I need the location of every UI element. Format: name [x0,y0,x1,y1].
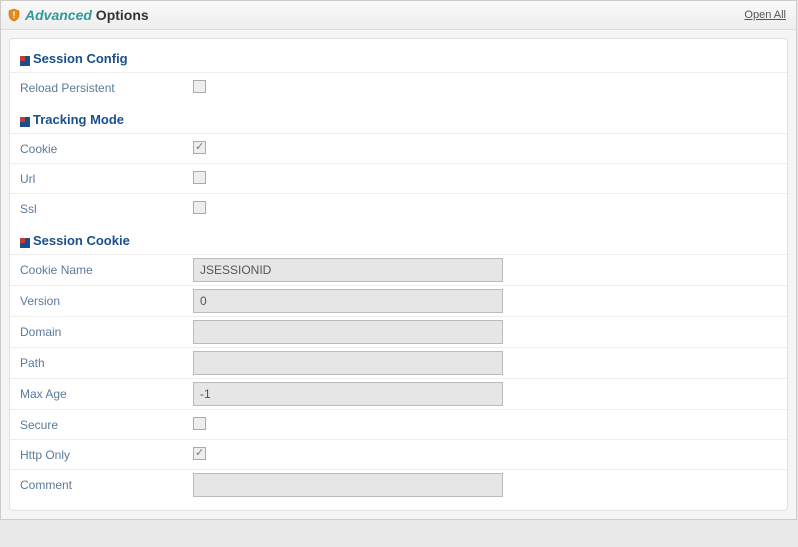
flag-icon [20,115,30,125]
checkbox-secure[interactable] [193,417,206,430]
label-domain: Domain [10,319,185,345]
row-http-only: Http Only [10,439,787,469]
input-path[interactable] [193,351,503,375]
row-tracking-ssl: Ssl [10,193,787,223]
panel-header: ! Advanced Options Open All [1,1,796,30]
advanced-options-panel: ! Advanced Options Open All Session Conf… [0,0,797,520]
svg-text:!: ! [13,10,16,20]
checkbox-http-only[interactable] [193,447,206,460]
label-comment: Comment [10,472,185,498]
label-reload-persistent: Reload Persistent [10,75,185,101]
panel-title: Advanced Options [25,7,149,23]
label-secure: Secure [10,412,185,438]
panel-body: Session Config Reload Persistent Trackin… [9,38,788,511]
section-header-tracking-mode[interactable]: Tracking Mode [10,102,787,133]
label-max-age: Max Age [10,381,185,407]
input-domain[interactable] [193,320,503,344]
row-comment: Comment [10,469,787,500]
section-title: Tracking Mode [33,112,124,127]
row-cookie-name: Cookie Name [10,254,787,285]
shield-icon: ! [7,8,21,22]
title-options: Options [92,7,149,23]
input-cookie-name[interactable] [193,258,503,282]
row-version: Version [10,285,787,316]
input-version[interactable] [193,289,503,313]
input-max-age[interactable] [193,382,503,406]
row-reload-persistent: Reload Persistent [10,72,787,102]
input-comment[interactable] [193,473,503,497]
section-header-session-cookie[interactable]: Session Cookie [10,223,787,254]
row-path: Path [10,347,787,378]
open-all-link[interactable]: Open All [744,9,786,21]
label-http-only: Http Only [10,442,185,468]
label-tracking-ssl: Ssl [10,196,185,222]
section-header-session-config[interactable]: Session Config [10,41,787,72]
label-tracking-cookie: Cookie [10,136,185,162]
label-tracking-url: Url [10,166,185,192]
section-title: Session Cookie [33,233,130,248]
flag-icon [20,236,30,246]
label-cookie-name: Cookie Name [10,257,185,283]
row-tracking-cookie: Cookie [10,133,787,163]
row-secure: Secure [10,409,787,439]
checkbox-reload-persistent[interactable] [193,80,206,93]
label-path: Path [10,350,185,376]
checkbox-tracking-ssl[interactable] [193,201,206,214]
section-title: Session Config [33,51,128,66]
row-tracking-url: Url [10,163,787,193]
title-advanced: Advanced [25,7,92,23]
label-version: Version [10,288,185,314]
flag-icon [20,54,30,64]
row-max-age: Max Age [10,378,787,409]
checkbox-tracking-url[interactable] [193,171,206,184]
row-domain: Domain [10,316,787,347]
checkbox-tracking-cookie[interactable] [193,141,206,154]
